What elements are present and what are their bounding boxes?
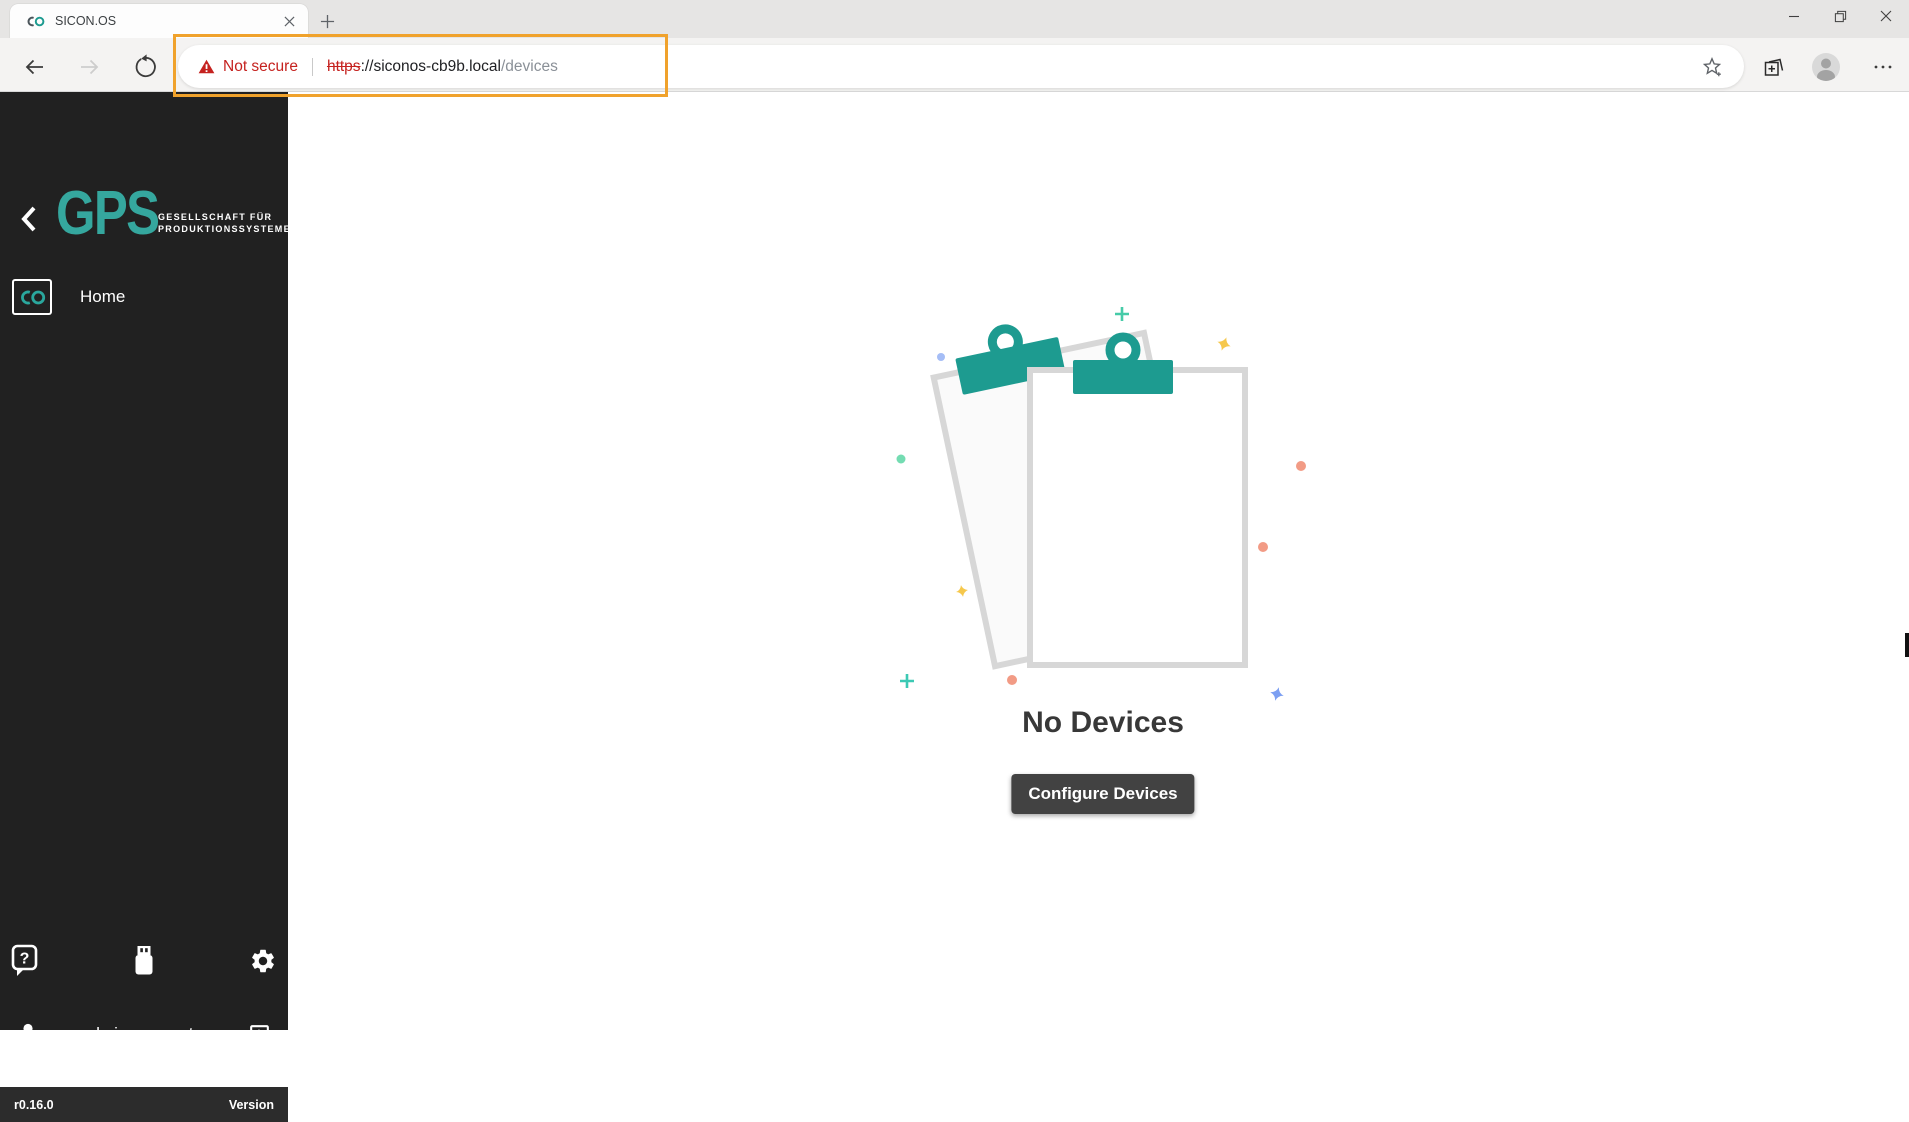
browser-tab[interactable]: SICON.OS [10,4,308,38]
configure-devices-button[interactable]: Configure Devices [1011,774,1194,814]
profile-avatar[interactable] [1811,52,1841,82]
tab-close-icon[interactable] [280,12,298,30]
minimize-button[interactable] [1771,0,1817,32]
gps-subtitle-line2: PRODUKTIONSSYSTEME [158,223,291,235]
url-path: /devices [501,58,558,75]
browser-tab-strip: SICON.OS [0,0,1909,38]
window-controls [1771,0,1909,32]
gps-subtitle-line1: GESELLSCHAFT FÜR [158,211,291,223]
confetti-plus [900,674,914,688]
confetti-plus [1115,307,1129,321]
sidebar-user-row[interactable]: admin_support [0,1012,288,1056]
restore-button[interactable] [1817,0,1863,32]
logout-icon[interactable] [247,1022,272,1047]
usb-device-icon[interactable] [134,946,154,980]
not-secure-label: Not secure [223,58,298,76]
sidebar: GPS GESELLSCHAFT FÜR PRODUKTIONSSYSTEME … [0,92,288,1030]
help-icon[interactable]: ? [11,943,38,984]
close-window-button[interactable] [1863,0,1909,32]
browser-menu-icon[interactable] [1868,52,1898,82]
sicon-co-icon [12,279,52,315]
security-chip[interactable]: Not secure [198,58,298,76]
gps-logo: GPS [56,184,158,244]
sicon-favicon-icon [26,15,45,28]
warning-triangle-icon [198,59,215,74]
chip-divider [312,58,313,76]
sidebar-collapse-chevron-icon[interactable] [18,204,44,234]
mouse-cursor [1905,633,1909,657]
refresh-icon[interactable] [131,52,161,82]
back-icon[interactable] [19,52,49,82]
tab-title: SICON.OS [55,14,116,28]
forward-icon[interactable] [75,52,105,82]
version-label: Version [229,1098,274,1112]
username-label: admin_support [81,1024,193,1044]
address-bar[interactable]: Not secure https://siconos-cb9b.local/de… [178,45,1744,88]
version-bar: r0.16.0 Version [0,1087,288,1122]
settings-gear-icon[interactable] [249,947,277,980]
empty-state-title: No Devices [1022,706,1184,740]
url-text: https://siconos-cb9b.local/devices [327,58,558,76]
url-scheme: https [327,58,361,75]
sidebar-item-label: Home [80,287,125,307]
svg-text:?: ? [20,950,30,967]
sidebar-tools-row: ? [0,940,288,986]
favorites-star-icon[interactable] [1697,52,1727,82]
collections-icon[interactable] [1757,52,1787,82]
url-host: ://siconos-cb9b.local [361,58,501,75]
gps-logo-subtitle: GESELLSCHAFT FÜR PRODUKTIONSSYSTEME [158,211,291,235]
version-value: r0.16.0 [14,1098,54,1112]
empty-clipboards-illustration [866,296,1340,726]
new-tab-button[interactable] [314,9,340,33]
user-check-icon [18,1021,45,1047]
sidebar-item-home[interactable]: Home [0,275,288,319]
